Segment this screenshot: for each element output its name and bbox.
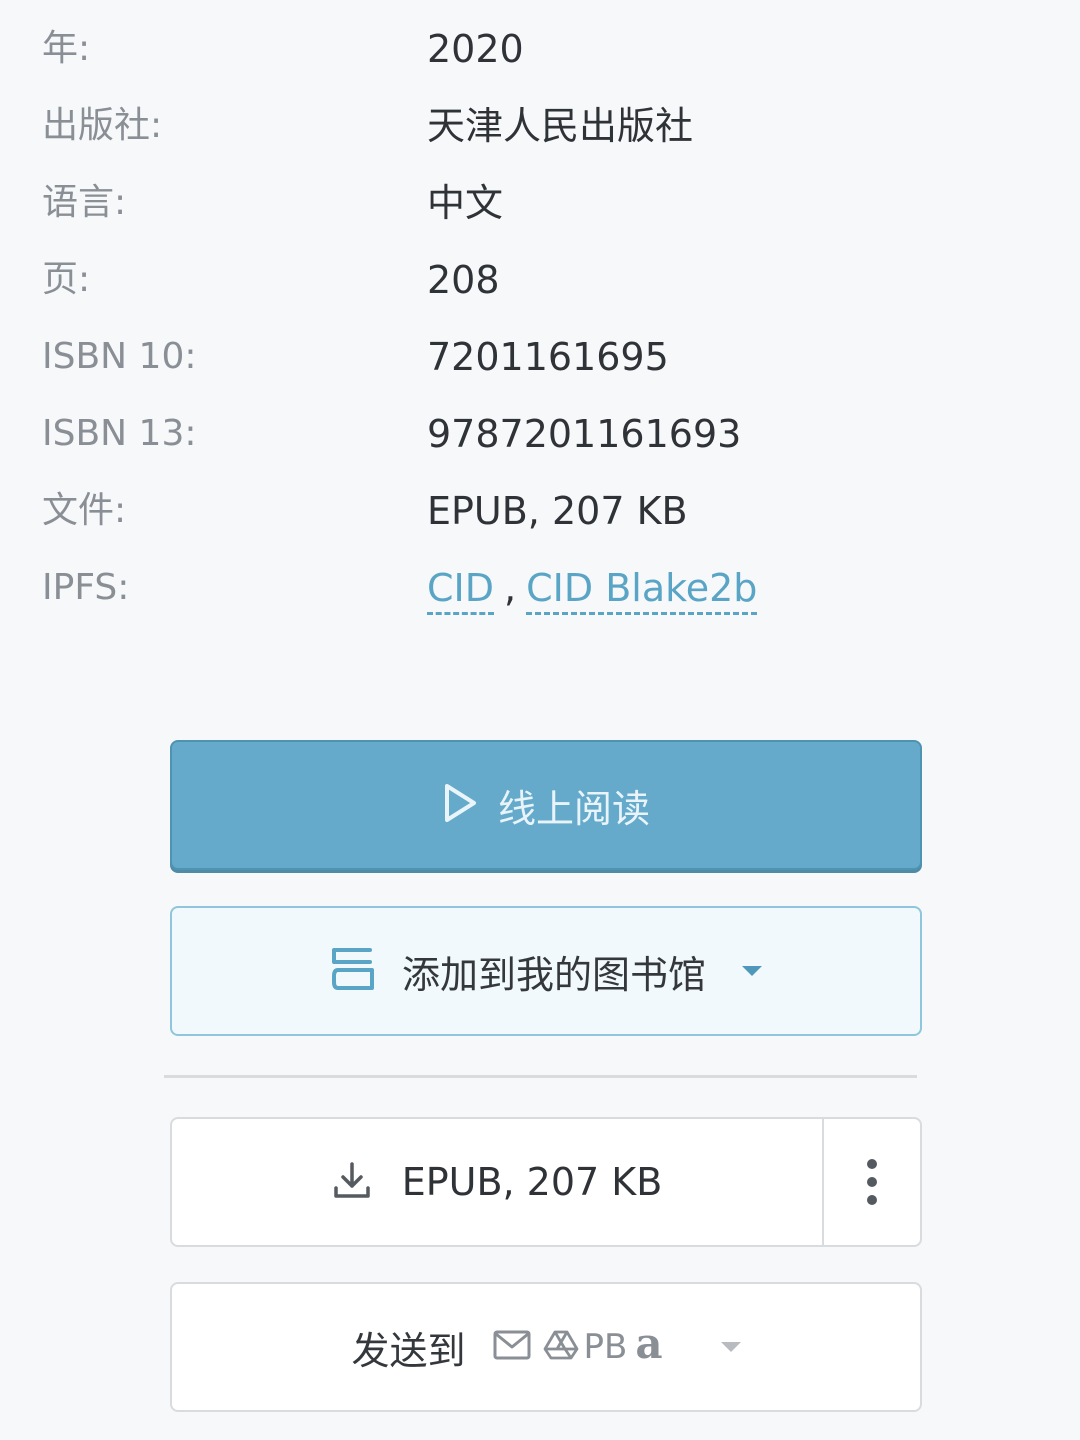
detail-label: IPFS: xyxy=(42,567,130,608)
play-icon xyxy=(442,783,478,827)
chevron-down-icon[interactable] xyxy=(720,1342,741,1352)
send-to-label: 发送到 xyxy=(351,1328,466,1373)
ipfs-cid-blake2b-link[interactable]: CID Blake2b xyxy=(526,566,758,615)
detail-value: 2020 xyxy=(427,27,524,71)
detail-label: 出版社: xyxy=(42,105,163,146)
more-options-button[interactable] xyxy=(822,1119,920,1245)
amazon-kindle-label: a xyxy=(635,1318,663,1368)
chevron-down-icon[interactable] xyxy=(742,966,762,976)
ipfs-links: CID, CID Blake2b xyxy=(427,558,758,618)
bookshelf-icon xyxy=(330,946,376,996)
download-button-group: EPUB, 207 KB xyxy=(170,1117,922,1247)
detail-row-language: 语言: 中文 xyxy=(0,173,1080,233)
pocketbook-label: PB xyxy=(583,1327,628,1367)
ipfs-cid-link[interactable]: CID xyxy=(427,566,495,615)
detail-label: 年: xyxy=(42,28,91,69)
download-button[interactable]: EPUB, 207 KB xyxy=(172,1119,822,1245)
detail-value: 7201161695 xyxy=(427,335,669,379)
detail-value: 天津人民出版社 xyxy=(427,104,694,148)
link-separator: , xyxy=(504,566,517,610)
detail-row-year: 年: 2020 xyxy=(0,19,1080,79)
add-to-library-button[interactable]: 添加到我的图书馆 xyxy=(170,906,922,1036)
detail-label: ISBN 13: xyxy=(42,413,197,454)
detail-row-file: 文件: EPUB, 207 KB xyxy=(0,481,1080,541)
detail-label: ISBN 10: xyxy=(42,336,197,377)
detail-row-pages: 页: 208 xyxy=(0,250,1080,310)
detail-value: 中文 xyxy=(427,181,504,225)
detail-value: EPUB, 207 KB xyxy=(427,489,688,533)
divider xyxy=(164,1075,917,1078)
detail-row-publisher: 出版社: 天津人民出版社 xyxy=(0,96,1080,156)
read-online-label: 线上阅读 xyxy=(497,786,650,831)
send-targets: PB a xyxy=(493,1319,663,1372)
download-icon xyxy=(332,1160,372,1204)
detail-label: 语言: xyxy=(42,182,127,223)
detail-label: 文件: xyxy=(42,490,127,531)
detail-row-isbn13: ISBN 13: 9787201161693 xyxy=(0,404,1080,464)
read-online-button[interactable]: 线上阅读 xyxy=(170,740,922,870)
add-to-library-label: 添加到我的图书馆 xyxy=(401,952,706,997)
detail-label: 页: xyxy=(42,259,91,300)
detail-value: 9787201161693 xyxy=(427,412,742,456)
google-drive-icon xyxy=(543,1329,579,1365)
more-vertical-icon xyxy=(867,1155,877,1209)
detail-value: 208 xyxy=(427,258,500,302)
download-label: EPUB, 207 KB xyxy=(401,1160,663,1204)
email-icon xyxy=(493,1329,531,1365)
detail-row-ipfs: IPFS: CID, CID Blake2b xyxy=(0,558,1080,618)
send-to-button[interactable]: 发送到 PB a xyxy=(170,1282,922,1412)
detail-row-isbn10: ISBN 10: 7201161695 xyxy=(0,327,1080,387)
